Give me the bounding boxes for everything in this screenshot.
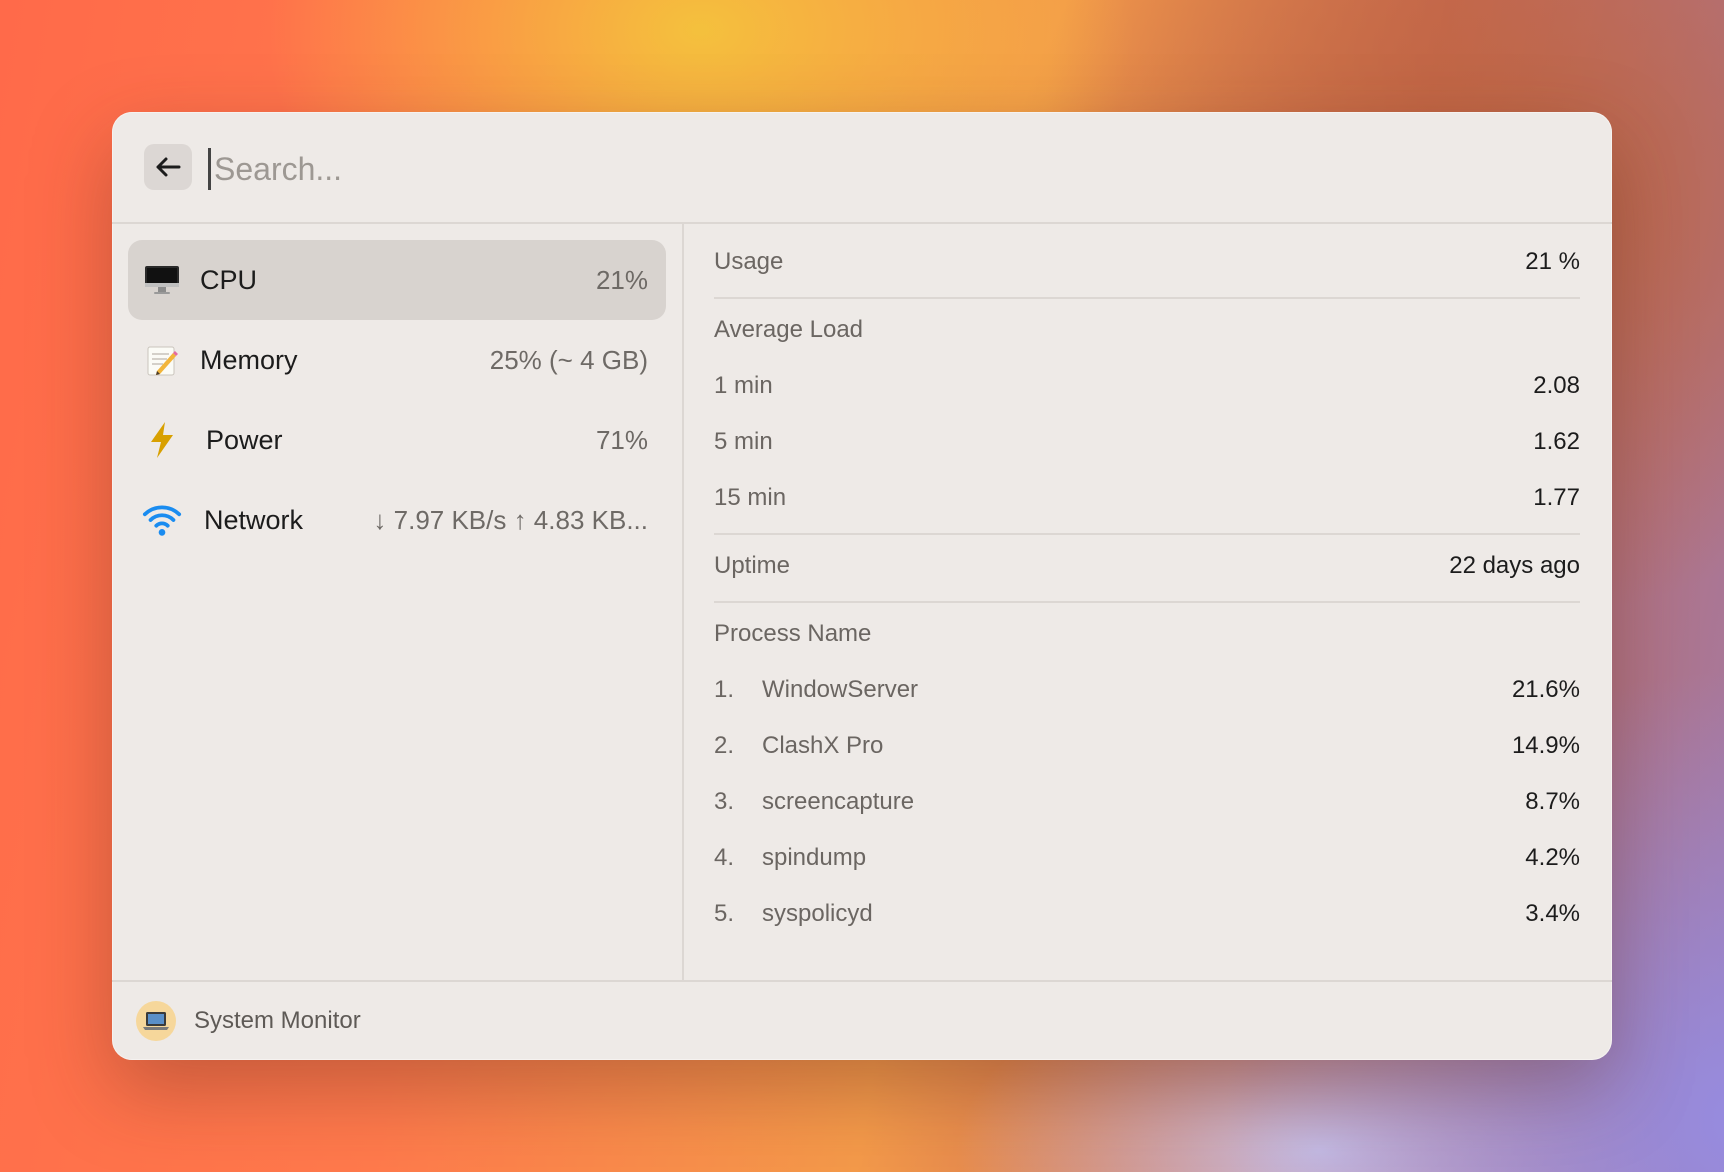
process-name: spindump (762, 844, 867, 871)
process-index: 4. (714, 844, 735, 871)
process-name: screencapture (762, 788, 915, 815)
list-item-label: Power (206, 424, 283, 455)
list-item-label: CPU (200, 264, 258, 295)
arrow-left-icon (156, 157, 181, 177)
list-item-memory[interactable]: Memory 25% (~ 4 GB) (128, 320, 666, 400)
list-item-cpu[interactable]: CPU 21% (128, 240, 666, 320)
process-value: 8.7% (1525, 788, 1580, 815)
uptime-label: Uptime (714, 552, 791, 579)
category-list: CPU 21% Memory 25% (~ 4 GB) Power 71% Ne… (112, 224, 684, 980)
list-item-label: Memory (200, 344, 298, 375)
process-index: 1. (714, 676, 735, 703)
list-item-label: Network (204, 504, 304, 535)
monitor-icon (142, 260, 182, 300)
load-value: 1.62 (1533, 428, 1580, 455)
process-name: ClashX Pro (762, 732, 884, 759)
list-item-value: ↓ 7.97 KB/s ↑ 4.83 KB... (373, 504, 648, 535)
process-value: 4.2% (1525, 844, 1580, 871)
process-row: 2. ClashX Pro 14.9% (714, 718, 1580, 774)
process-row: 4. spindump 4.2% (714, 830, 1580, 886)
laptop-icon (136, 1001, 176, 1041)
process-value: 3.4% (1525, 900, 1580, 927)
process-value: 21.6% (1511, 676, 1580, 703)
load-row-5min: 5 min 1.62 (714, 414, 1580, 470)
uptime-row: Uptime 22 days ago (714, 538, 1580, 594)
load-value: 1.77 (1533, 484, 1580, 511)
list-item-value: 25% (~ 4 GB) (489, 344, 648, 375)
list-item-value: 71% (595, 424, 648, 455)
usage-label: Usage (714, 248, 784, 275)
uptime-value: 22 days ago (1449, 552, 1580, 579)
load-row-15min: 15 min 1.77 (714, 470, 1580, 526)
process-name: syspolicyd (762, 900, 873, 927)
load-row-1min: 1 min 2.08 (714, 358, 1580, 414)
search-bar (112, 112, 1612, 224)
search-input[interactable] (212, 140, 1516, 198)
process-name: WindowServer (762, 676, 919, 703)
average-load-header: Average Load (714, 302, 1580, 358)
usage-value: 21 % (1525, 248, 1580, 275)
footer-app-name: System Monitor (194, 1007, 361, 1034)
wifi-icon (142, 500, 182, 540)
system-monitor-window: CPU 21% Memory 25% (~ 4 GB) (112, 112, 1612, 1060)
process-row: 3. screencapture 8.7% (714, 774, 1580, 830)
divider (714, 533, 1580, 535)
back-button[interactable] (144, 144, 192, 190)
load-label: 5 min (714, 428, 773, 455)
list-item-value: 21% (595, 264, 648, 295)
divider (714, 601, 1580, 603)
detail-pane: Usage 21 % Average Load 1 min 2.08 5 min… (684, 224, 1612, 980)
text-caret (208, 148, 211, 190)
footer-bar: System Monitor (112, 980, 1612, 1060)
process-header: Process Name (714, 606, 1580, 662)
load-label: 1 min (714, 372, 773, 399)
process-index: 2. (714, 732, 735, 759)
memo-icon (142, 340, 182, 380)
list-item-network[interactable]: Network ↓ 7.97 KB/s ↑ 4.83 KB... (128, 480, 666, 560)
process-index: 5. (714, 900, 735, 927)
section-title: Average Load (714, 316, 864, 343)
load-label: 15 min (714, 484, 787, 511)
load-value: 2.08 (1533, 372, 1580, 399)
list-item-power[interactable]: Power 71% (128, 400, 666, 480)
section-title: Process Name (714, 620, 872, 647)
lightning-icon (142, 420, 182, 460)
process-index: 3. (714, 788, 735, 815)
process-row: 5. syspolicyd 3.4% (714, 886, 1580, 942)
process-row: 1. WindowServer 21.6% (714, 662, 1580, 718)
process-value: 14.9% (1511, 732, 1580, 759)
divider (714, 297, 1580, 299)
usage-row: Usage 21 % (714, 234, 1580, 290)
